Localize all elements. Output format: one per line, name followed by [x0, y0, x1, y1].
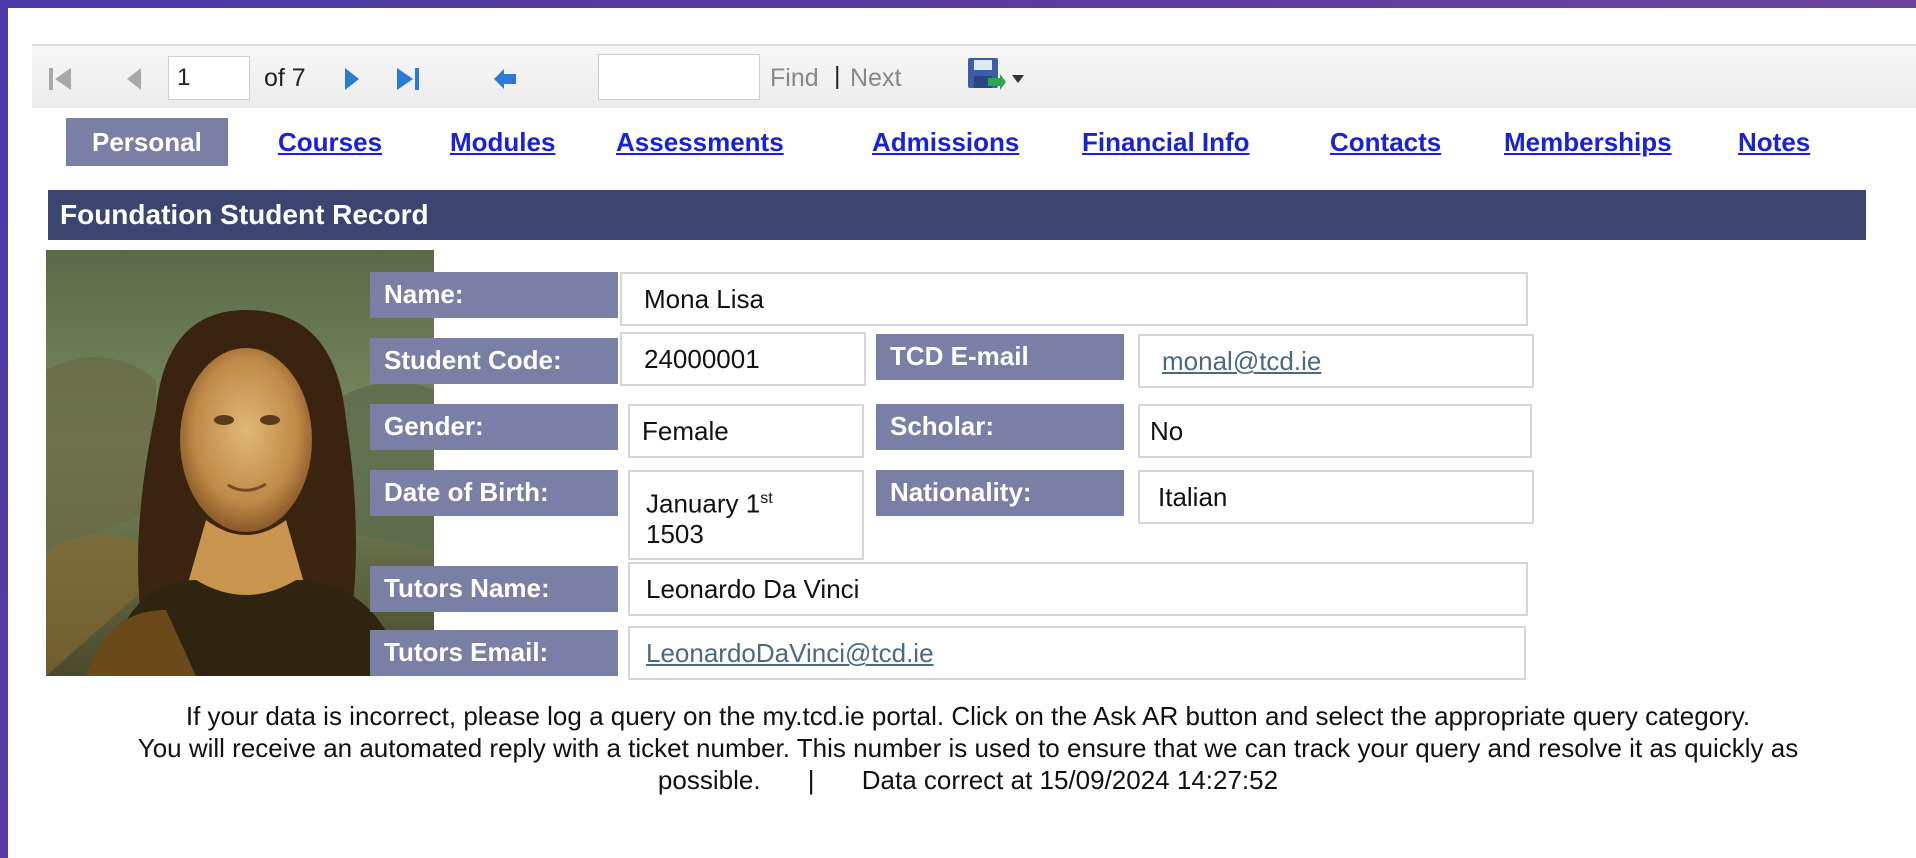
email-label: TCD E-mail Address: — [876, 334, 1124, 415]
footer-line-1: If your data is incorrect, please log a … — [185, 701, 1751, 731]
dropdown-arrow-icon[interactable] — [1012, 70, 1024, 88]
student-code-value: 24000001 — [620, 332, 866, 386]
name-label: Name: — [370, 272, 618, 318]
tab-notes[interactable]: Notes — [1738, 118, 1810, 166]
export-menu[interactable] — [966, 56, 1024, 101]
tab-admissions[interactable]: Admissions — [872, 118, 1019, 166]
tab-personal[interactable]: Personal — [66, 118, 228, 166]
tab-memberships[interactable]: Memberships — [1504, 118, 1672, 166]
tab-financial-info[interactable]: Financial Info — [1082, 118, 1250, 166]
gender-label: Gender: — [370, 404, 618, 450]
footer-line-3: possible. | Data correct at 15/09/2024 1… — [48, 764, 1888, 796]
footer-possible: possible. — [657, 765, 761, 795]
tab-contacts[interactable]: Contacts — [1330, 118, 1441, 166]
nationality-label: Nationality: — [876, 470, 1124, 516]
tab-courses[interactable]: Courses — [278, 118, 382, 166]
toolbar-separator: | — [834, 62, 841, 90]
page-count-label: of 7 — [264, 64, 306, 92]
dob-year: 1503 — [646, 518, 704, 549]
find-link[interactable]: Find — [770, 64, 819, 93]
page-number-input[interactable] — [168, 56, 250, 100]
tab-assessments[interactable]: Assessments — [616, 118, 784, 166]
dob-value: January 1st 1503 — [628, 470, 864, 560]
record-tabs: Personal Courses Modules Assessments Adm… — [8, 118, 1916, 174]
tutor-email-value: LeonardoDaVinci@tcd.ie — [628, 626, 1526, 680]
dob-label: Date of Birth: — [370, 470, 618, 516]
first-page-icon[interactable] — [46, 64, 76, 94]
tutor-name-value: Leonardo Da Vinci — [628, 562, 1528, 616]
student-code-label: Student Code: — [370, 338, 618, 384]
back-icon[interactable] — [490, 64, 520, 94]
tutor-name-label: Tutors Name: — [370, 566, 618, 612]
find-input[interactable] — [598, 54, 760, 100]
dob-suffix: st — [760, 490, 773, 507]
scholar-value: No — [1138, 404, 1532, 458]
gender-value: Female — [628, 404, 864, 458]
next-page-icon[interactable] — [336, 64, 366, 94]
tutor-email-link[interactable]: LeonardoDaVinci@tcd.ie — [646, 638, 934, 668]
tab-modules[interactable]: Modules — [450, 118, 555, 166]
email-value: monal@tcd.ie — [1138, 334, 1534, 388]
footer-line-2: You will receive an automated reply with… — [137, 733, 1799, 763]
nationality-value: Italian — [1138, 470, 1534, 524]
record-title: Foundation Student Record — [48, 190, 1866, 240]
footer-notice: If your data is incorrect, please log a … — [48, 700, 1888, 796]
prev-page-icon[interactable] — [120, 64, 150, 94]
name-value: Mona Lisa — [620, 272, 1528, 326]
last-page-icon[interactable] — [392, 64, 422, 94]
dob-day: January 1 — [646, 488, 761, 519]
scholar-label: Scholar: — [876, 404, 1124, 450]
tutor-email-label: Tutors Email: — [370, 630, 618, 676]
data-timestamp: Data correct at 15/09/2024 14:27:52 — [861, 765, 1279, 795]
student-email-link[interactable]: monal@tcd.ie — [1162, 346, 1321, 376]
report-toolbar: of 7 Find | Next — [32, 44, 1916, 108]
find-next-link[interactable]: Next — [850, 64, 901, 93]
report-page: of 7 Find | Next — [8, 8, 1916, 858]
footer-separator: | — [807, 765, 815, 795]
save-export-icon[interactable] — [966, 56, 1006, 101]
